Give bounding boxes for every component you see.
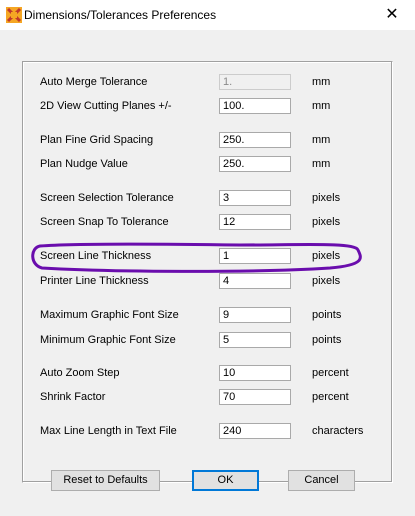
row-label: Screen Line Thickness: [40, 250, 152, 262]
ok-button[interactable]: OK: [192, 470, 259, 491]
row-unit: characters: [312, 425, 364, 437]
row-label: Screen Selection Tolerance: [40, 192, 174, 204]
reset-to-defaults-button[interactable]: Reset to Defaults: [51, 470, 160, 491]
row-value-input[interactable]: 5: [219, 332, 291, 348]
close-icon: ✕: [385, 6, 399, 23]
row-label: Minimum Graphic Font Size: [40, 334, 176, 346]
row-label: Auto Zoom Step: [40, 367, 120, 379]
row-value-input[interactable]: 250.: [219, 132, 291, 148]
row-unit: points: [312, 334, 342, 346]
row-value-input[interactable]: 1: [219, 248, 291, 264]
row-value-input[interactable]: 240: [219, 423, 291, 439]
row-value-input[interactable]: 4: [219, 273, 291, 289]
close-button[interactable]: ✕: [369, 0, 415, 30]
row-value-input: 1.: [219, 74, 291, 90]
row-unit: percent: [312, 391, 349, 403]
row-unit: pixels: [312, 192, 341, 204]
row-unit: mm: [312, 158, 331, 170]
row-value-input[interactable]: 9: [219, 307, 291, 323]
preferences-group: [22, 61, 393, 483]
row-unit: pixels: [312, 216, 341, 228]
row-unit: pixels: [312, 250, 341, 262]
row-label: Plan Nudge Value: [40, 158, 128, 170]
row-unit: percent: [312, 367, 349, 379]
row-label: Max Line Length in Text File: [40, 425, 177, 437]
row-unit: pixels: [312, 275, 341, 287]
row-value-input[interactable]: 3: [219, 190, 291, 206]
title-bar[interactable]: Dimensions/Tolerances Preferences ✕: [0, 0, 415, 30]
cancel-button[interactable]: Cancel: [288, 470, 355, 491]
row-label: Maximum Graphic Font Size: [40, 309, 179, 321]
row-label: Shrink Factor: [40, 391, 106, 403]
window-title: Dimensions/Tolerances Preferences: [24, 8, 217, 22]
app-icon: [6, 7, 22, 23]
row-unit: mm: [312, 76, 331, 88]
row-label: 2D View Cutting Planes +/-: [40, 100, 172, 112]
row-label: Printer Line Thickness: [40, 275, 149, 287]
row-value-input[interactable]: 100.: [219, 98, 291, 114]
row-unit: points: [312, 309, 342, 321]
row-value-input[interactable]: 12: [219, 214, 291, 230]
row-value-input[interactable]: 250.: [219, 156, 291, 172]
row-unit: mm: [312, 100, 331, 112]
row-value-input[interactable]: 70: [219, 389, 291, 405]
row-label: Screen Snap To Tolerance: [40, 216, 169, 228]
row-label: Plan Fine Grid Spacing: [40, 134, 154, 146]
row-unit: mm: [312, 134, 331, 146]
row-value-input[interactable]: 10: [219, 365, 291, 381]
row-label: Auto Merge Tolerance: [40, 76, 148, 88]
